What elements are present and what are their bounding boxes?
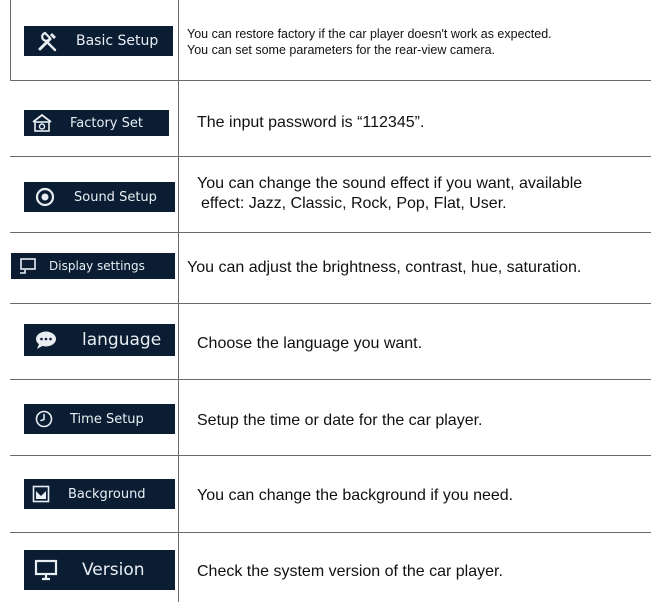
column-divider	[178, 0, 179, 602]
sound-setup-button[interactable]: Sound Setup	[24, 182, 175, 212]
speech-bubble-icon	[32, 330, 60, 350]
basic-setup-button[interactable]: Basic Setup	[24, 26, 173, 56]
version-button[interactable]: Version	[24, 550, 175, 590]
language-label: language	[82, 330, 162, 350]
sound-setup-label: Sound Setup	[74, 189, 157, 205]
language-button[interactable]: language	[24, 324, 175, 356]
settings-table: Basic Setup You can restore factory if t…	[10, 0, 651, 602]
tools-icon	[30, 30, 66, 52]
row-divider	[10, 156, 651, 157]
background-label: Background	[68, 486, 146, 502]
row-divider	[10, 532, 651, 533]
display-settings-button[interactable]: Display settings	[11, 253, 175, 279]
row-divider	[10, 379, 651, 380]
display-settings-label: Display settings	[49, 259, 145, 273]
sound-setup-description: You can change the sound effect if you w…	[197, 175, 583, 212]
factory-icon	[30, 114, 54, 132]
left-border	[10, 0, 11, 80]
time-setup-label: Time Setup	[70, 411, 144, 427]
monitor-hand-icon	[17, 257, 39, 275]
speaker-icon	[32, 187, 58, 207]
version-label: Version	[82, 560, 145, 580]
row-divider	[10, 232, 651, 233]
clock-icon	[32, 410, 56, 428]
factory-set-button[interactable]: Factory Set	[24, 110, 169, 136]
background-button[interactable]: Background	[24, 479, 175, 509]
language-description: Choose the language you want.	[197, 335, 423, 352]
row-divider	[10, 80, 651, 81]
factory-set-label: Factory Set	[70, 115, 143, 131]
factory-set-description: The input password is “112345”.	[197, 114, 425, 131]
row-divider	[10, 455, 651, 456]
time-setup-button[interactable]: Time Setup	[24, 404, 175, 434]
monitor-icon	[32, 559, 60, 581]
row-divider	[10, 303, 651, 304]
background-picture-icon	[30, 485, 52, 503]
time-setup-description: Setup the time or date for the car playe…	[197, 412, 483, 429]
basic-setup-description: You can restore factory if the car playe…	[187, 27, 552, 57]
background-description: You can change the background if you nee…	[197, 487, 514, 504]
basic-setup-label: Basic Setup	[76, 33, 159, 49]
version-description: Check the system version of the car play…	[197, 563, 503, 580]
display-settings-description: You can adjust the brightness, contrast,…	[187, 259, 582, 276]
